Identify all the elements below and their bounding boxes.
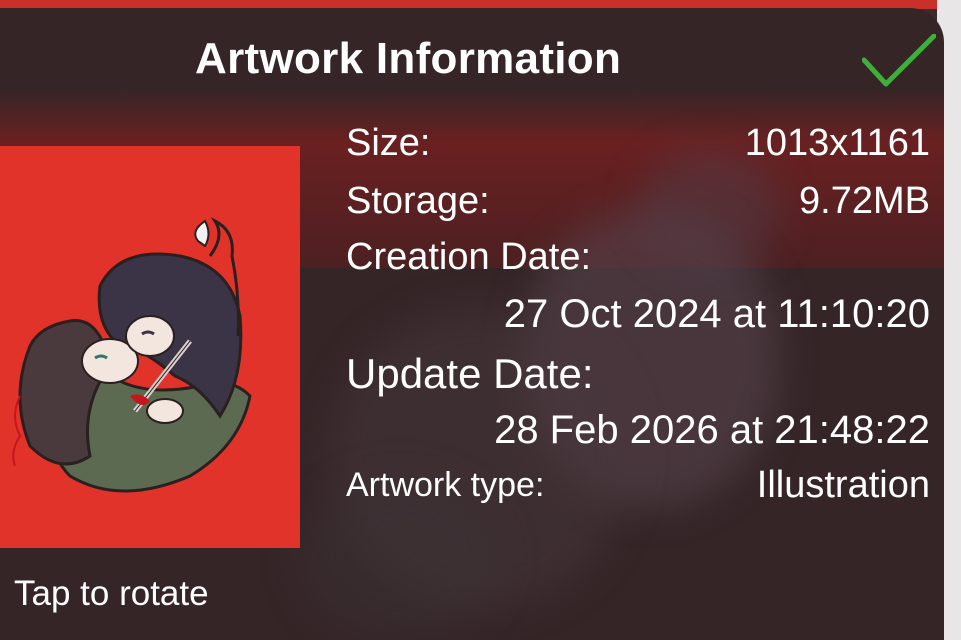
artwork-thumbnail[interactable]: [0, 146, 300, 548]
checkmark-icon: [861, 33, 937, 87]
sheet-title: Artwork Information: [195, 34, 622, 83]
update-date-value: 28 Feb 2026 at 21:48:22: [494, 408, 930, 452]
storage-row: Storage: 9.72MB: [346, 180, 930, 226]
artwork-type-row: Artwork type: Illustration: [346, 464, 930, 510]
artwork-type-value: Illustration: [756, 464, 930, 506]
artwork-illustration: [12, 217, 252, 493]
update-date-row: Update Date:: [346, 350, 930, 400]
creation-date-label: Creation Date:: [346, 236, 592, 278]
update-date-value-row: 28 Feb 2026 at 21:48:22: [346, 408, 930, 456]
confirm-button[interactable]: [861, 33, 937, 90]
creation-date-value-row: 27 Oct 2024 at 11:10:20: [346, 292, 930, 340]
size-label: Size:: [346, 122, 431, 164]
update-date-label: Update Date:: [346, 350, 594, 397]
creation-date-value: 27 Oct 2024 at 11:10:20: [503, 292, 930, 336]
tap-to-rotate-hint: Tap to rotate: [14, 574, 209, 613]
size-row: Size: 1013x1161: [346, 122, 930, 168]
screen: Artwork Information Tap to rotate Size: …: [0, 0, 961, 640]
artwork-type-label: Artwork type:: [346, 466, 545, 504]
storage-label: Storage:: [346, 180, 490, 222]
size-value: 1013x1161: [744, 122, 930, 164]
creation-date-row: Creation Date:: [346, 236, 930, 282]
storage-value: 9.72MB: [799, 180, 930, 222]
